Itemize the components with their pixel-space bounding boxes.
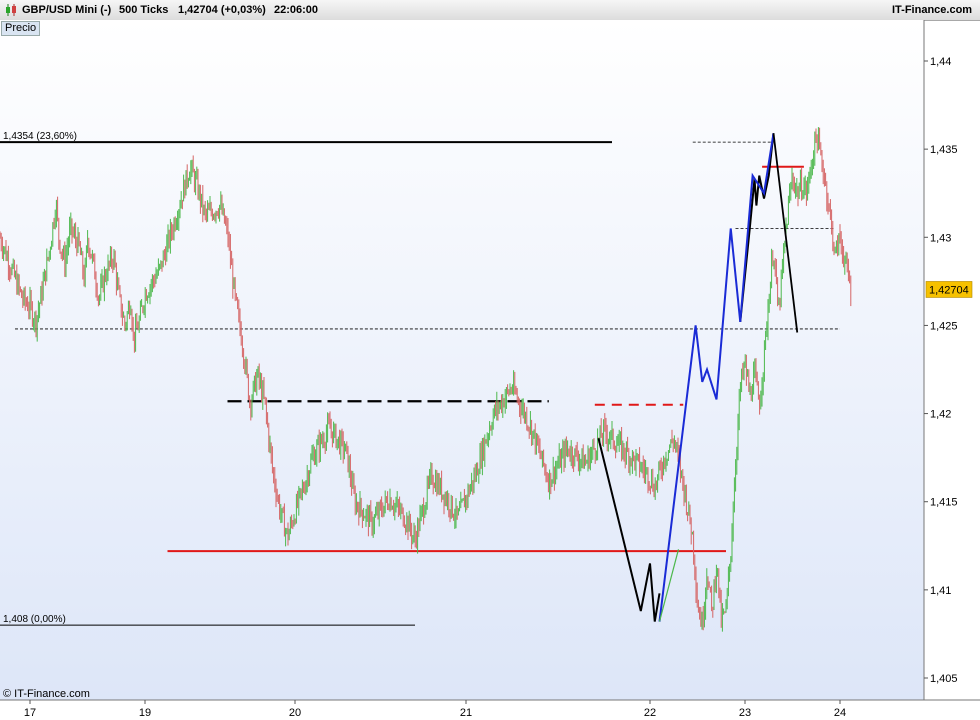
price-chart[interactable]: 1,405 1,41 1,415 1,42 1,425 1,43 1,435 1,44 17 1… (0, 20, 980, 720)
time-label: 22:06:00 (274, 4, 319, 16)
x-tick-label: 20 (289, 707, 301, 719)
x-tick-label: 19 (139, 707, 151, 719)
x-tick-label: 22 (644, 707, 656, 719)
symbol-label: GBP/USD Mini (-) (22, 4, 112, 16)
x-tick-label: 23 (739, 707, 751, 719)
y-tick-label: 1,42 (930, 409, 951, 421)
last-price-change: 1,42704 (+0,03%) (178, 4, 266, 16)
last-price-tag-label: 1,42704 (929, 284, 969, 296)
y-tick-label: 1,43 (930, 232, 951, 244)
copyright-label: © IT-Finance.com (3, 688, 90, 700)
period-label: 500 Ticks (119, 4, 169, 16)
x-tick-label: 24 (834, 707, 846, 719)
fib-level-label: 1,408 (0,00%) (3, 614, 66, 625)
x-tick-label: 21 (460, 707, 472, 719)
y-tick-label: 1,405 (930, 673, 958, 685)
y-tick-label: 1,435 (930, 144, 958, 156)
brand-link[interactable]: IT-Finance.com (892, 4, 972, 16)
x-tick-label: 17 (24, 707, 36, 719)
candlestick-icon (6, 4, 16, 16)
y-tick-label: 1,415 (930, 497, 958, 509)
y-tick-label: 1,44 (930, 56, 951, 68)
title-bar: GBP/USD Mini (-) 500 Ticks 1,42704 (+0,0… (0, 0, 980, 21)
plot-area (0, 20, 924, 700)
fib-level-label: 1,4354 (23,60%) (3, 131, 77, 142)
panel-label: Precio (1, 21, 41, 36)
y-tick-label: 1,41 (930, 585, 951, 597)
y-tick-label: 1,425 (930, 320, 958, 332)
